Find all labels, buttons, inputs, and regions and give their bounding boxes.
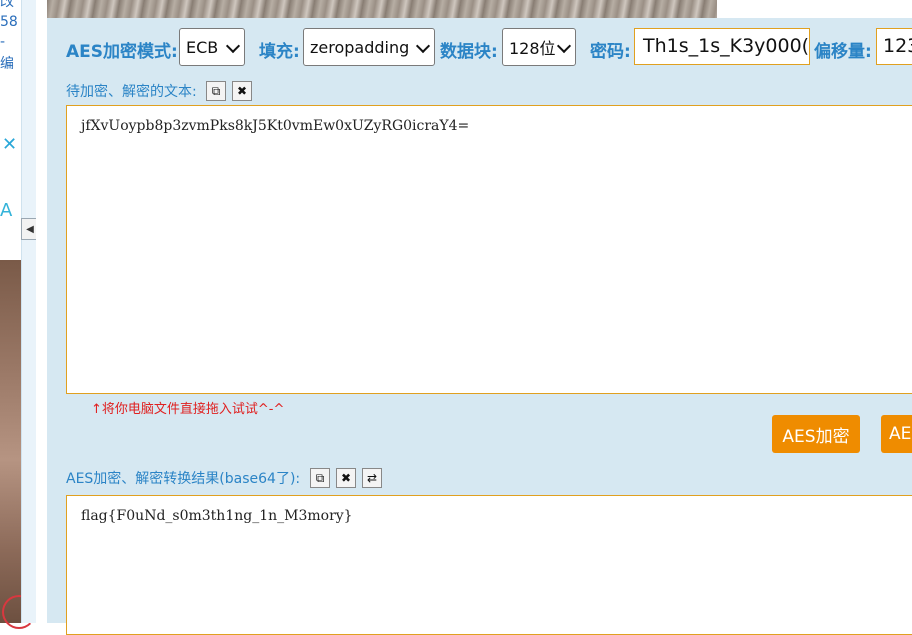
input-section-label: 待加密、解密的文本: [66,84,197,100]
sidebar-text-4[interactable]: 编 [0,56,14,72]
mode-select[interactable]: ECB [179,28,245,66]
aes-decrypt-button[interactable]: AE [881,415,912,453]
ad-close-icon[interactable]: ✕ [2,136,20,154]
ad-letter: A [0,200,13,221]
panel-divider [21,0,37,623]
chevron-down-icon [225,38,241,54]
drag-hint: ↑将你电脑文件直接拖入试试^-^ [91,402,285,417]
mode-select-value: ECB [186,37,219,57]
close-icon: ✖ [340,471,352,485]
aes-encrypt-button[interactable]: AES加密 [772,415,860,453]
block-select[interactable]: 128位 [502,28,576,66]
sidebar-text-2[interactable]: 58 [0,14,18,30]
padding-select[interactable]: zeropadding [303,28,435,66]
password-input[interactable]: Th1s_1s_K3y000( [634,28,810,65]
triangle-left-icon: ◀ [26,223,34,235]
swap-arrows-icon: ⇄ [366,471,378,485]
clear-output-button[interactable]: ✖ [336,468,356,488]
chevron-down-icon [415,38,431,54]
copy-icon: ⧉ [315,470,325,485]
padding-select-value: zeropadding [310,37,410,57]
sidebar-photo [0,260,36,629]
sidebar-text-1[interactable]: 改 [0,0,14,10]
sidebar-text-3[interactable]: - [0,34,5,50]
close-icon: ✖ [236,84,248,98]
password-label: 密码: [590,42,631,62]
output-textarea[interactable]: flag{F0uNd_s0m3th1ng_1n_M3mory} [66,495,912,635]
block-label: 数据块: [440,42,498,62]
mode-label: AES加密模式: [66,42,178,62]
aes-tool-panel: AES加密模式: ECB 填充: zeropadding 数据块: 128位 密… [47,18,912,635]
header-image [47,0,717,18]
aes-toolbar: AES加密模式: ECB 填充: zeropadding 数据块: 128位 密… [47,28,912,66]
block-select-value: 128位 [509,39,556,58]
offset-input[interactable]: 123 [876,28,912,65]
copy-icon: ⧉ [211,83,221,98]
swap-button[interactable]: ⇄ [362,468,382,488]
offset-label: 偏移量: [814,42,872,62]
copy-output-button[interactable]: ⧉ [310,468,330,488]
padding-label: 填充: [259,42,300,62]
chevron-down-icon [556,38,572,54]
output-section-label: AES加密、解密转换结果(base64了): [66,471,301,487]
gap [36,0,47,623]
input-textarea[interactable]: jfXvUoypb8p3zvmPks8kJ5Kt0vmEw0xUZyRG0icr… [66,105,912,394]
clear-input-button[interactable]: ✖ [232,81,252,101]
copy-input-button[interactable]: ⧉ [206,81,226,101]
